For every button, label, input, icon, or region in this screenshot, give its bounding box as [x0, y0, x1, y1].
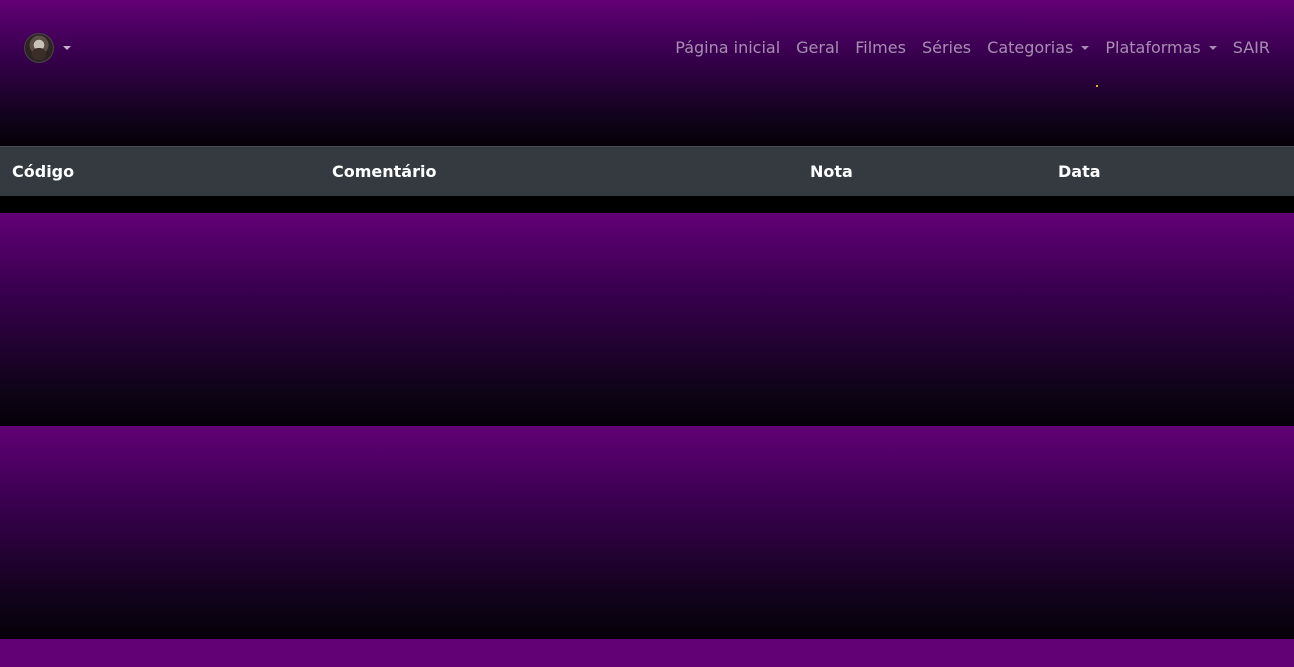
avatar — [24, 33, 54, 63]
nav-links: Página inicial Geral Filmes Séries Categ… — [667, 37, 1270, 59]
column-header-comment: Comentário — [320, 146, 798, 198]
column-header-date: Data — [1046, 146, 1294, 198]
nav-link-movies[interactable]: Filmes — [847, 37, 914, 59]
nav-dropdown-categories-label: Categorias — [987, 38, 1074, 57]
nav-dropdown-categories[interactable]: Categorias — [979, 37, 1097, 59]
column-header-code: Código — [0, 146, 320, 198]
nav-link-series[interactable]: Séries — [914, 37, 979, 59]
nav-link-general[interactable]: Geral — [788, 37, 847, 59]
table-header-row: Código Comentário Nota Data — [0, 146, 1294, 198]
background-band — [0, 426, 1294, 639]
reviews-table: Código Comentário Nota Data — [0, 146, 1294, 198]
nav-link-home[interactable]: Página inicial — [667, 37, 788, 59]
nav-dropdown-platforms-label: Plataformas — [1105, 38, 1201, 57]
column-header-rating: Nota — [798, 146, 1046, 198]
table-body-empty — [0, 196, 1294, 213]
background-band — [0, 213, 1294, 426]
logout-link[interactable]: SAIR — [1225, 37, 1270, 59]
navbar: Página inicial Geral Filmes Séries Categ… — [0, 0, 1294, 96]
decorative-dot — [1096, 85, 1098, 87]
chevron-down-icon — [1081, 46, 1090, 50]
background-band — [0, 639, 1294, 667]
chevron-down-icon — [1208, 46, 1217, 50]
nav-dropdown-platforms[interactable]: Plataformas — [1097, 37, 1224, 59]
chevron-down-icon — [63, 46, 71, 50]
user-menu-toggle[interactable] — [24, 33, 71, 63]
